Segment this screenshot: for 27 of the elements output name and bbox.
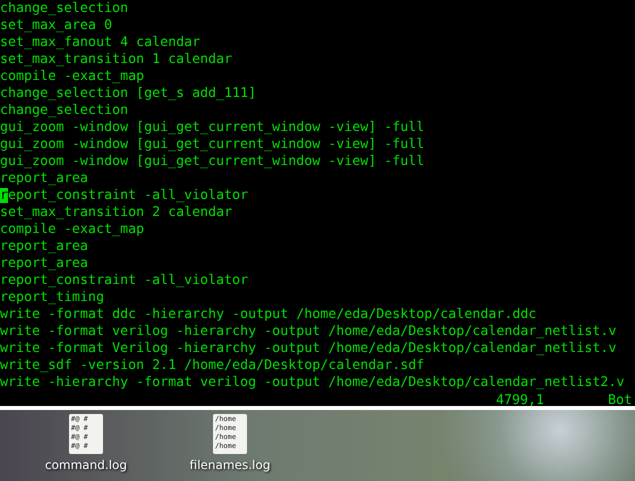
code-line: compile -exact_map [0, 68, 144, 85]
file-label[interactable]: command.log [44, 458, 127, 472]
code-line: set_max_area 0 [0, 17, 112, 34]
code-line: set_max_fanout 4 calendar [0, 34, 200, 51]
code-line: gui_zoom -window [gui_get_current_window -view] -full [0, 119, 424, 136]
code-line: write -hierarchy -format verilog -output /home/eda/Desktop/calendar_netlist2.v [0, 374, 624, 391]
code-line: report_constraint -all_violator [0, 272, 248, 289]
code-line: report_area [0, 255, 88, 272]
code-line: write -format Verilog -hierarchy -output /home/eda/Desktop/calendar_netlist.v [0, 340, 616, 357]
file-label[interactable]: filenames.log [190, 458, 270, 472]
code-line: report_area [0, 238, 88, 255]
code-line: set_max_transition 2 calendar [0, 204, 232, 221]
code-line: change_selection [get_s add_111] [0, 85, 256, 102]
code-line: compile -exact_map [0, 221, 144, 238]
code-line: gui_zoom -window [gui_get_current_window -view] -full [0, 153, 424, 170]
code-line: change_selection [0, 102, 128, 119]
code-line: write -format verilog -hierarchy -output /home/eda/Desktop/calendar_netlist.v [0, 323, 616, 340]
code-line: write_sdf -version 2.1 /home/eda/Desktop/calendar.sdf [0, 357, 424, 374]
code-line: gui_zoom -window [gui_get_current_window -view] -full [0, 136, 424, 153]
code-line: change_selection [0, 0, 128, 17]
scroll-indicator: Bot [608, 392, 632, 409]
cursor-position: 4799,1 [496, 392, 544, 409]
code-line: report_timing [0, 289, 104, 306]
code-line: set_max_transition 1 calendar [0, 51, 232, 68]
code-line: write -format ddc -hierarchy -output /home/eda/Desktop/calendar.ddc [0, 306, 536, 323]
code-line: report_area [0, 170, 88, 187]
code-line: report_constraint -all_violator [0, 187, 248, 204]
